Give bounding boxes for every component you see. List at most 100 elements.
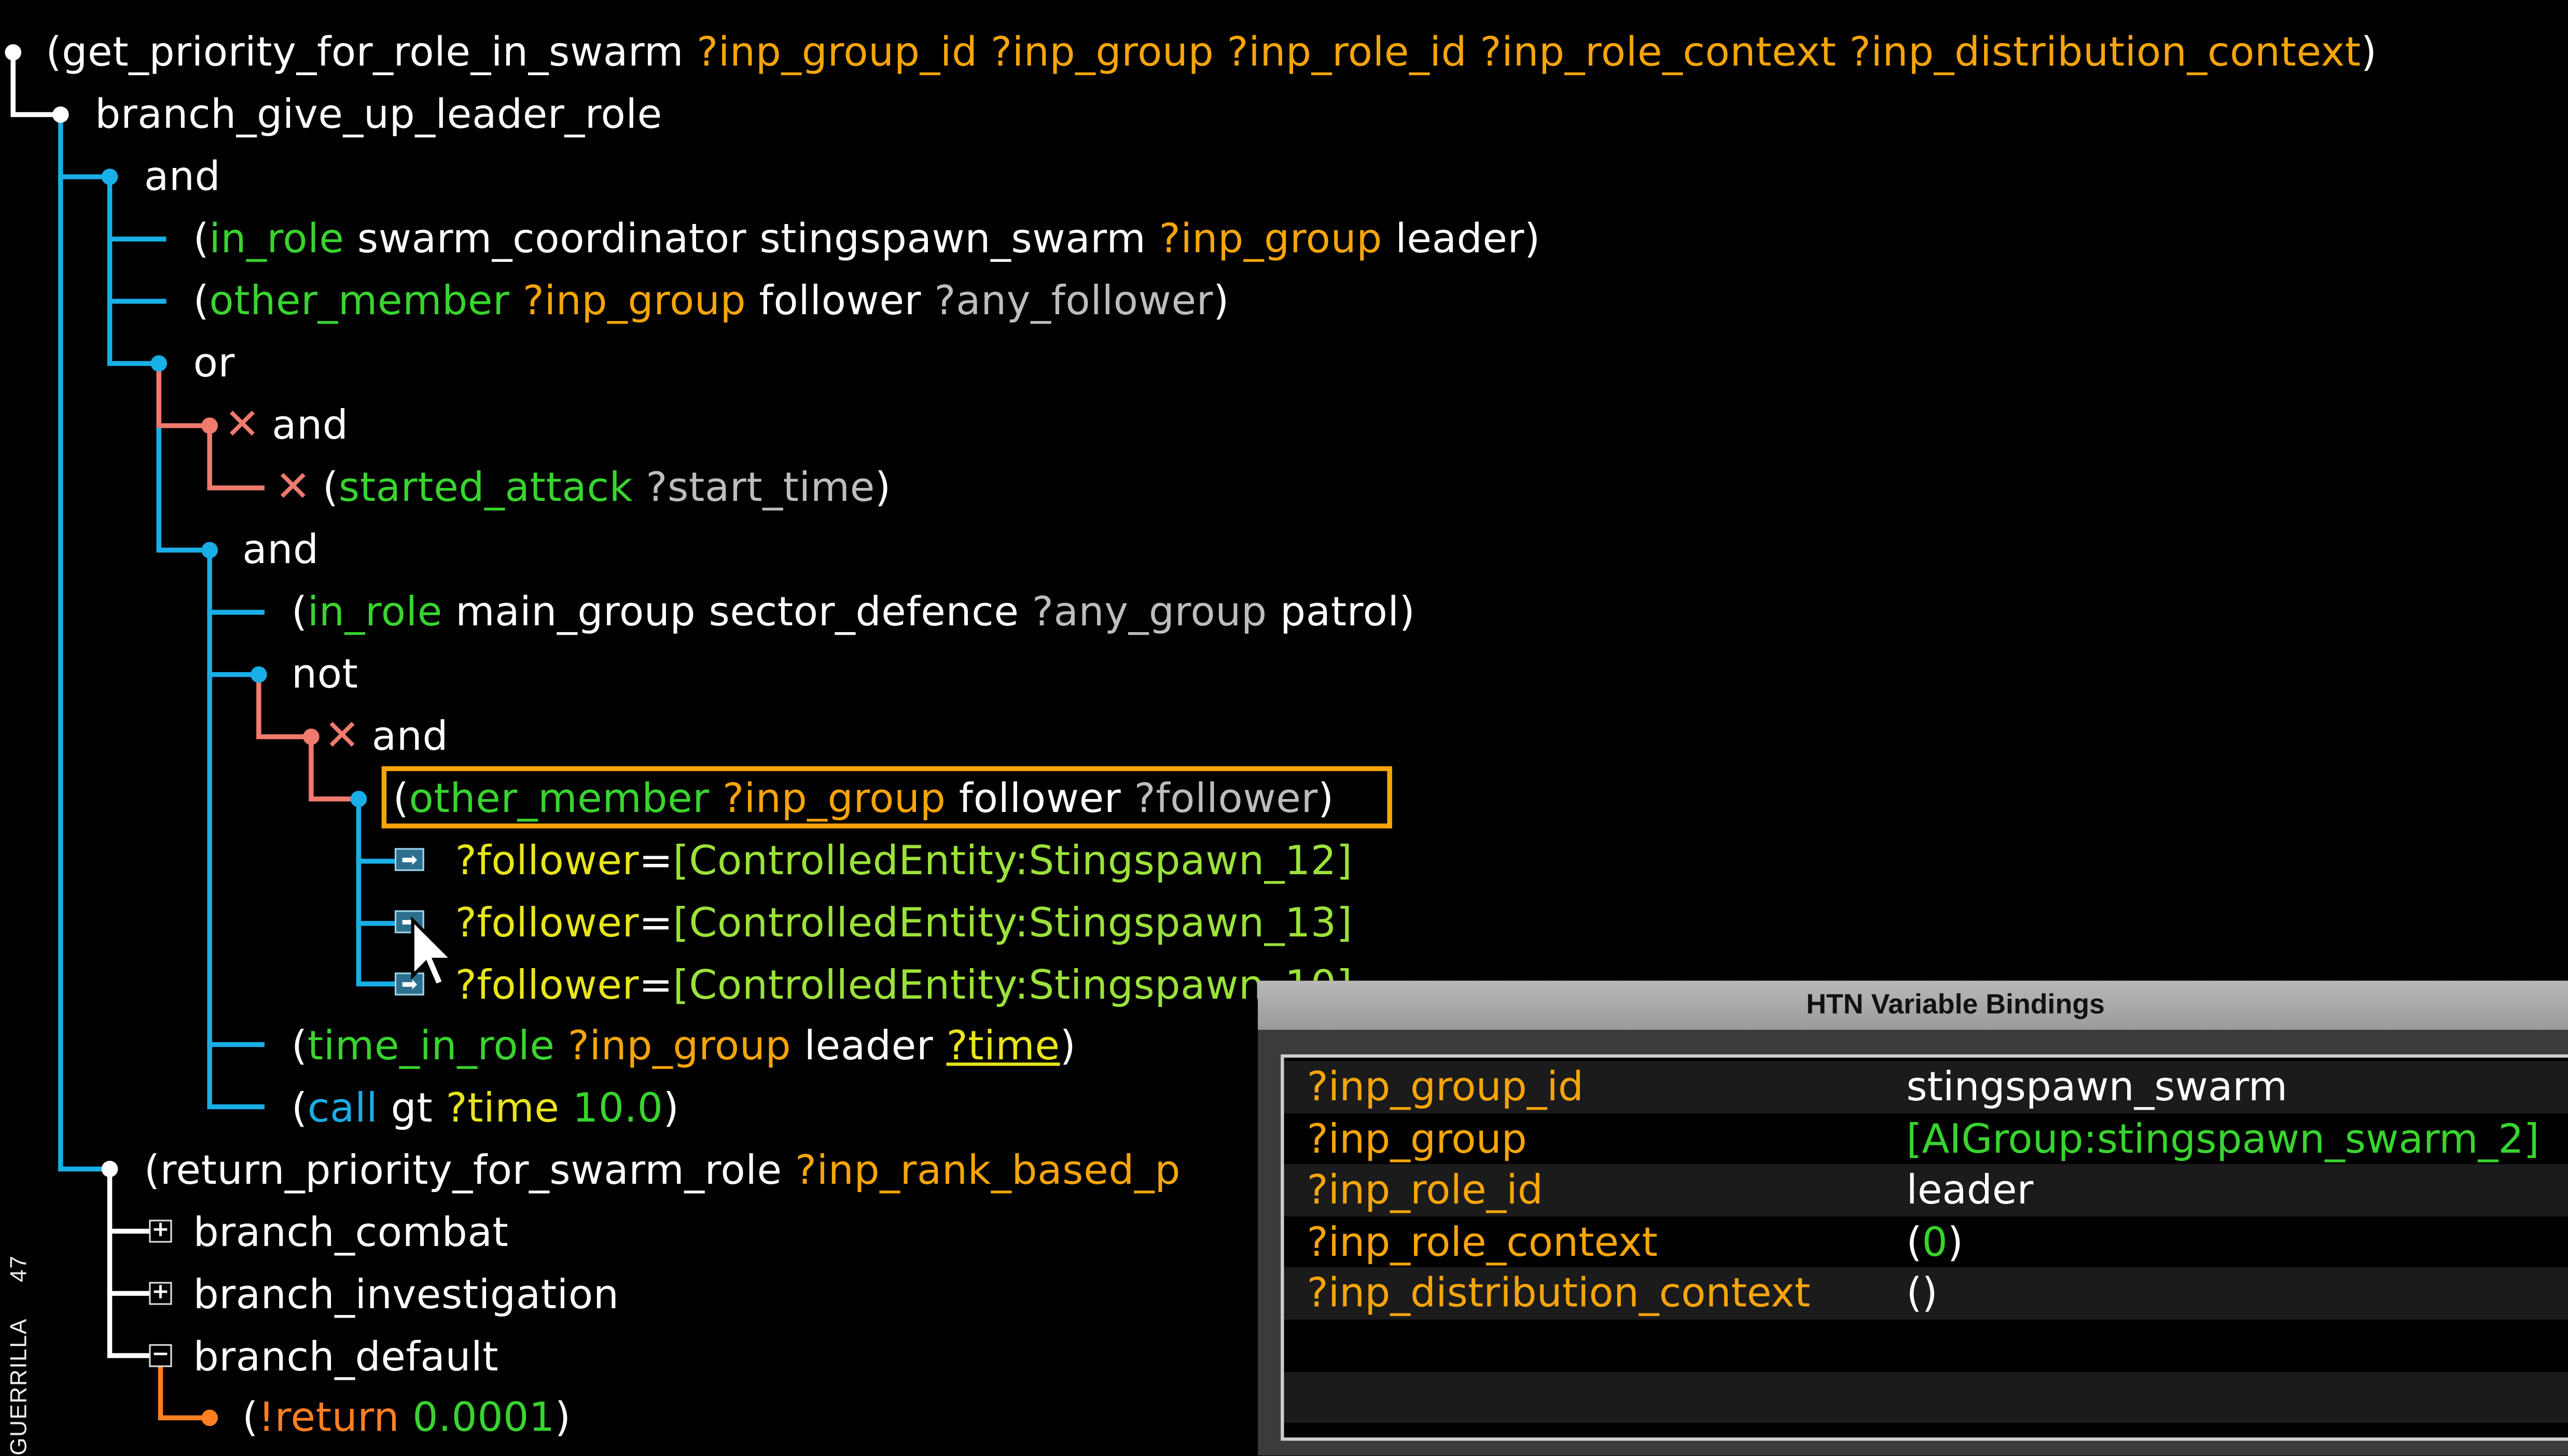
- bindings-row[interactable]: ?inp_group_id stingspawn_swarm: [1284, 1061, 2568, 1113]
- return-keyword: !return: [258, 1393, 400, 1441]
- tree-node-branch-investigation[interactable]: branch_investigation: [193, 1273, 619, 1317]
- paren-open: (: [46, 27, 62, 76]
- mouse-cursor-icon: [411, 917, 455, 988]
- binding-row[interactable]: ?follower=[ControlledEntity:Stingspawn_1…: [455, 899, 1353, 947]
- tree-node-and[interactable]: and: [242, 525, 319, 573]
- arg: patrol: [1280, 587, 1399, 636]
- binding-name: ?inp_distribution_context: [1307, 1269, 1811, 1317]
- paren-open: (: [323, 463, 339, 511]
- paren-open: (: [393, 774, 409, 822]
- operator-label: and: [272, 401, 349, 449]
- binding-name: ?inp_group: [1307, 1114, 1527, 1162]
- variable: ?inp_group: [567, 1021, 792, 1069]
- bindings-table: ?inp_group_id stingspawn_swarm ?inp_grou…: [1281, 1054, 2568, 1441]
- tree-node-or[interactable]: or: [193, 339, 235, 387]
- panel-title[interactable]: HTN Variable Bindings: [1257, 981, 2568, 1030]
- paren-close: ): [1213, 276, 1229, 325]
- tree-node-condition-time-in-role[interactable]: (time_in_role ?inp_group leader ?time): [291, 1024, 1076, 1068]
- tree-node-not[interactable]: not: [291, 650, 358, 698]
- tree-node-branch-default[interactable]: branch_default: [193, 1335, 499, 1379]
- bindings-row[interactable]: ?inp_distribution_context (): [1284, 1268, 2568, 1320]
- bindings-row[interactable]: ?inp_role_context (0): [1284, 1216, 2568, 1268]
- tree-node-return-priority[interactable]: (return_priority_for_swarm_role ?inp_ran…: [144, 1149, 1181, 1192]
- arg: follower: [959, 774, 1121, 822]
- collapse-icon[interactable]: −: [149, 1344, 172, 1367]
- paren-close: ): [1317, 774, 1334, 822]
- unbound-variable: ?start_time: [646, 463, 875, 511]
- fail-x-icon: ✕: [275, 463, 311, 513]
- fail-x-icon: ✕: [224, 401, 260, 451]
- binding-row[interactable]: ?follower=[ControlledEntity:Stingspawn_1…: [455, 839, 1353, 883]
- bindings-row[interactable]: ?inp_group [AIGroup:stingspawn_swarm_2]: [1284, 1113, 2568, 1165]
- binding-value: [ControlledEntity:Stingspawn_13]: [673, 899, 1353, 947]
- tree-node-condition-other-member[interactable]: (other_member ?inp_group follower ?any_f…: [193, 276, 1229, 325]
- operator-label: and: [371, 712, 449, 760]
- paren-open: (: [291, 1084, 308, 1131]
- paren-open: (: [291, 1021, 308, 1069]
- variable-bindings-panel: HTN Variable Bindings ?inp_group_id stin…: [1257, 981, 2568, 1456]
- paren-close: ): [1524, 214, 1540, 262]
- tree-node-and-failed[interactable]: and: [272, 401, 349, 449]
- call-keyword: call: [307, 1084, 378, 1131]
- variable: ?inp_rank_based_p: [795, 1146, 1181, 1194]
- equals: =: [639, 836, 673, 885]
- predicate: time_in_role: [307, 1021, 555, 1069]
- number: 0.0001: [412, 1393, 555, 1441]
- binding-value: [ControlledEntity:Stingspawn_12]: [673, 836, 1353, 885]
- unbound-variable: ?any_group: [1032, 587, 1267, 636]
- binding-row[interactable]: ?follower=[ControlledEntity:Stingspawn_1…: [455, 963, 1353, 1007]
- operator-label: and: [242, 525, 319, 573]
- expand-icon[interactable]: +: [149, 1282, 172, 1305]
- tree-node-condition-started-attack[interactable]: (started_attack ?start_time): [323, 463, 891, 511]
- predicate: in_role: [209, 214, 344, 262]
- paren-open: (: [242, 1393, 259, 1441]
- tree-node-condition-other-member-selected[interactable]: (other_member ?inp_group follower ?follo…: [393, 777, 1334, 820]
- paren-close: ): [663, 1084, 679, 1131]
- method-args: ?inp_group_id ?inp_group ?inp_role_id ?i…: [697, 27, 2361, 76]
- variable: ?inp_group: [723, 774, 946, 822]
- number: 10.0: [572, 1084, 663, 1131]
- operator-label: or: [193, 339, 235, 387]
- paren-open: (: [144, 1146, 160, 1194]
- fail-x-icon: ✕: [324, 712, 360, 762]
- variable-underlined: ?time: [946, 1021, 1060, 1069]
- tree-node-return[interactable]: (!return 0.0001): [242, 1396, 571, 1439]
- slide-footer-label: GUERRILLA 47: [5, 1219, 31, 1455]
- tree-node-call-gt[interactable]: (call gt ?time 10.0): [291, 1084, 679, 1131]
- expand-icon[interactable]: +: [149, 1220, 172, 1243]
- binding-arrow-icon[interactable]: ➡: [394, 848, 424, 871]
- paren-open: (: [193, 214, 210, 262]
- binding-name: ?inp_role_id: [1307, 1166, 1543, 1214]
- binding-value: (): [1906, 1269, 1938, 1317]
- predicate: other_member: [209, 276, 510, 325]
- paren-open: (: [193, 276, 210, 325]
- bindings-row[interactable]: ?inp_role_id leader: [1284, 1164, 2568, 1216]
- binding-value: [AIGroup:stingspawn_swarm_2]: [1906, 1114, 2539, 1162]
- tree-node-and-failed[interactable]: and: [372, 715, 448, 758]
- variable: ?inp_group: [1159, 214, 1382, 262]
- htn-debugger-view: (get_priority_for_role_in_swarm ?inp_gro…: [0, 0, 2568, 1456]
- variable: ?time: [446, 1084, 560, 1131]
- paren-close: ): [1399, 587, 1415, 636]
- binding-variable: ?follower: [455, 899, 640, 947]
- method-name: return_priority_for_swarm_role: [160, 1146, 782, 1194]
- tree-node-condition-in-role[interactable]: (in_role swarm_coordinator stingspawn_sw…: [193, 214, 1540, 262]
- operator-label: not: [291, 650, 358, 698]
- branch-label: branch_investigation: [193, 1270, 619, 1318]
- branch-label: branch_combat: [193, 1208, 509, 1256]
- paren-close: ): [874, 463, 891, 511]
- binding-value: leader: [1906, 1166, 2034, 1214]
- tree-node-branch-combat[interactable]: branch_combat: [193, 1211, 509, 1254]
- tree-node-root[interactable]: (get_priority_for_role_in_swarm ?inp_gro…: [46, 27, 2377, 76]
- paren-close: ): [1060, 1021, 1076, 1069]
- tree-node-branch-give-up-leader-role[interactable]: branch_give_up_leader_role: [95, 92, 662, 136]
- tree-node-and[interactable]: and: [144, 155, 220, 198]
- paren-close: ): [2361, 27, 2377, 76]
- brand-text: GUERRILLA: [5, 1318, 31, 1456]
- binding-value: (0): [1906, 1217, 1963, 1266]
- predicate: started_attack: [338, 463, 633, 511]
- binding-variable: ?follower: [455, 836, 640, 885]
- tree-node-condition-in-role-main[interactable]: (in_role main_group sector_defence ?any_…: [291, 587, 1415, 636]
- variable: ?inp_group: [522, 276, 746, 325]
- operator-label: and: [144, 152, 221, 200]
